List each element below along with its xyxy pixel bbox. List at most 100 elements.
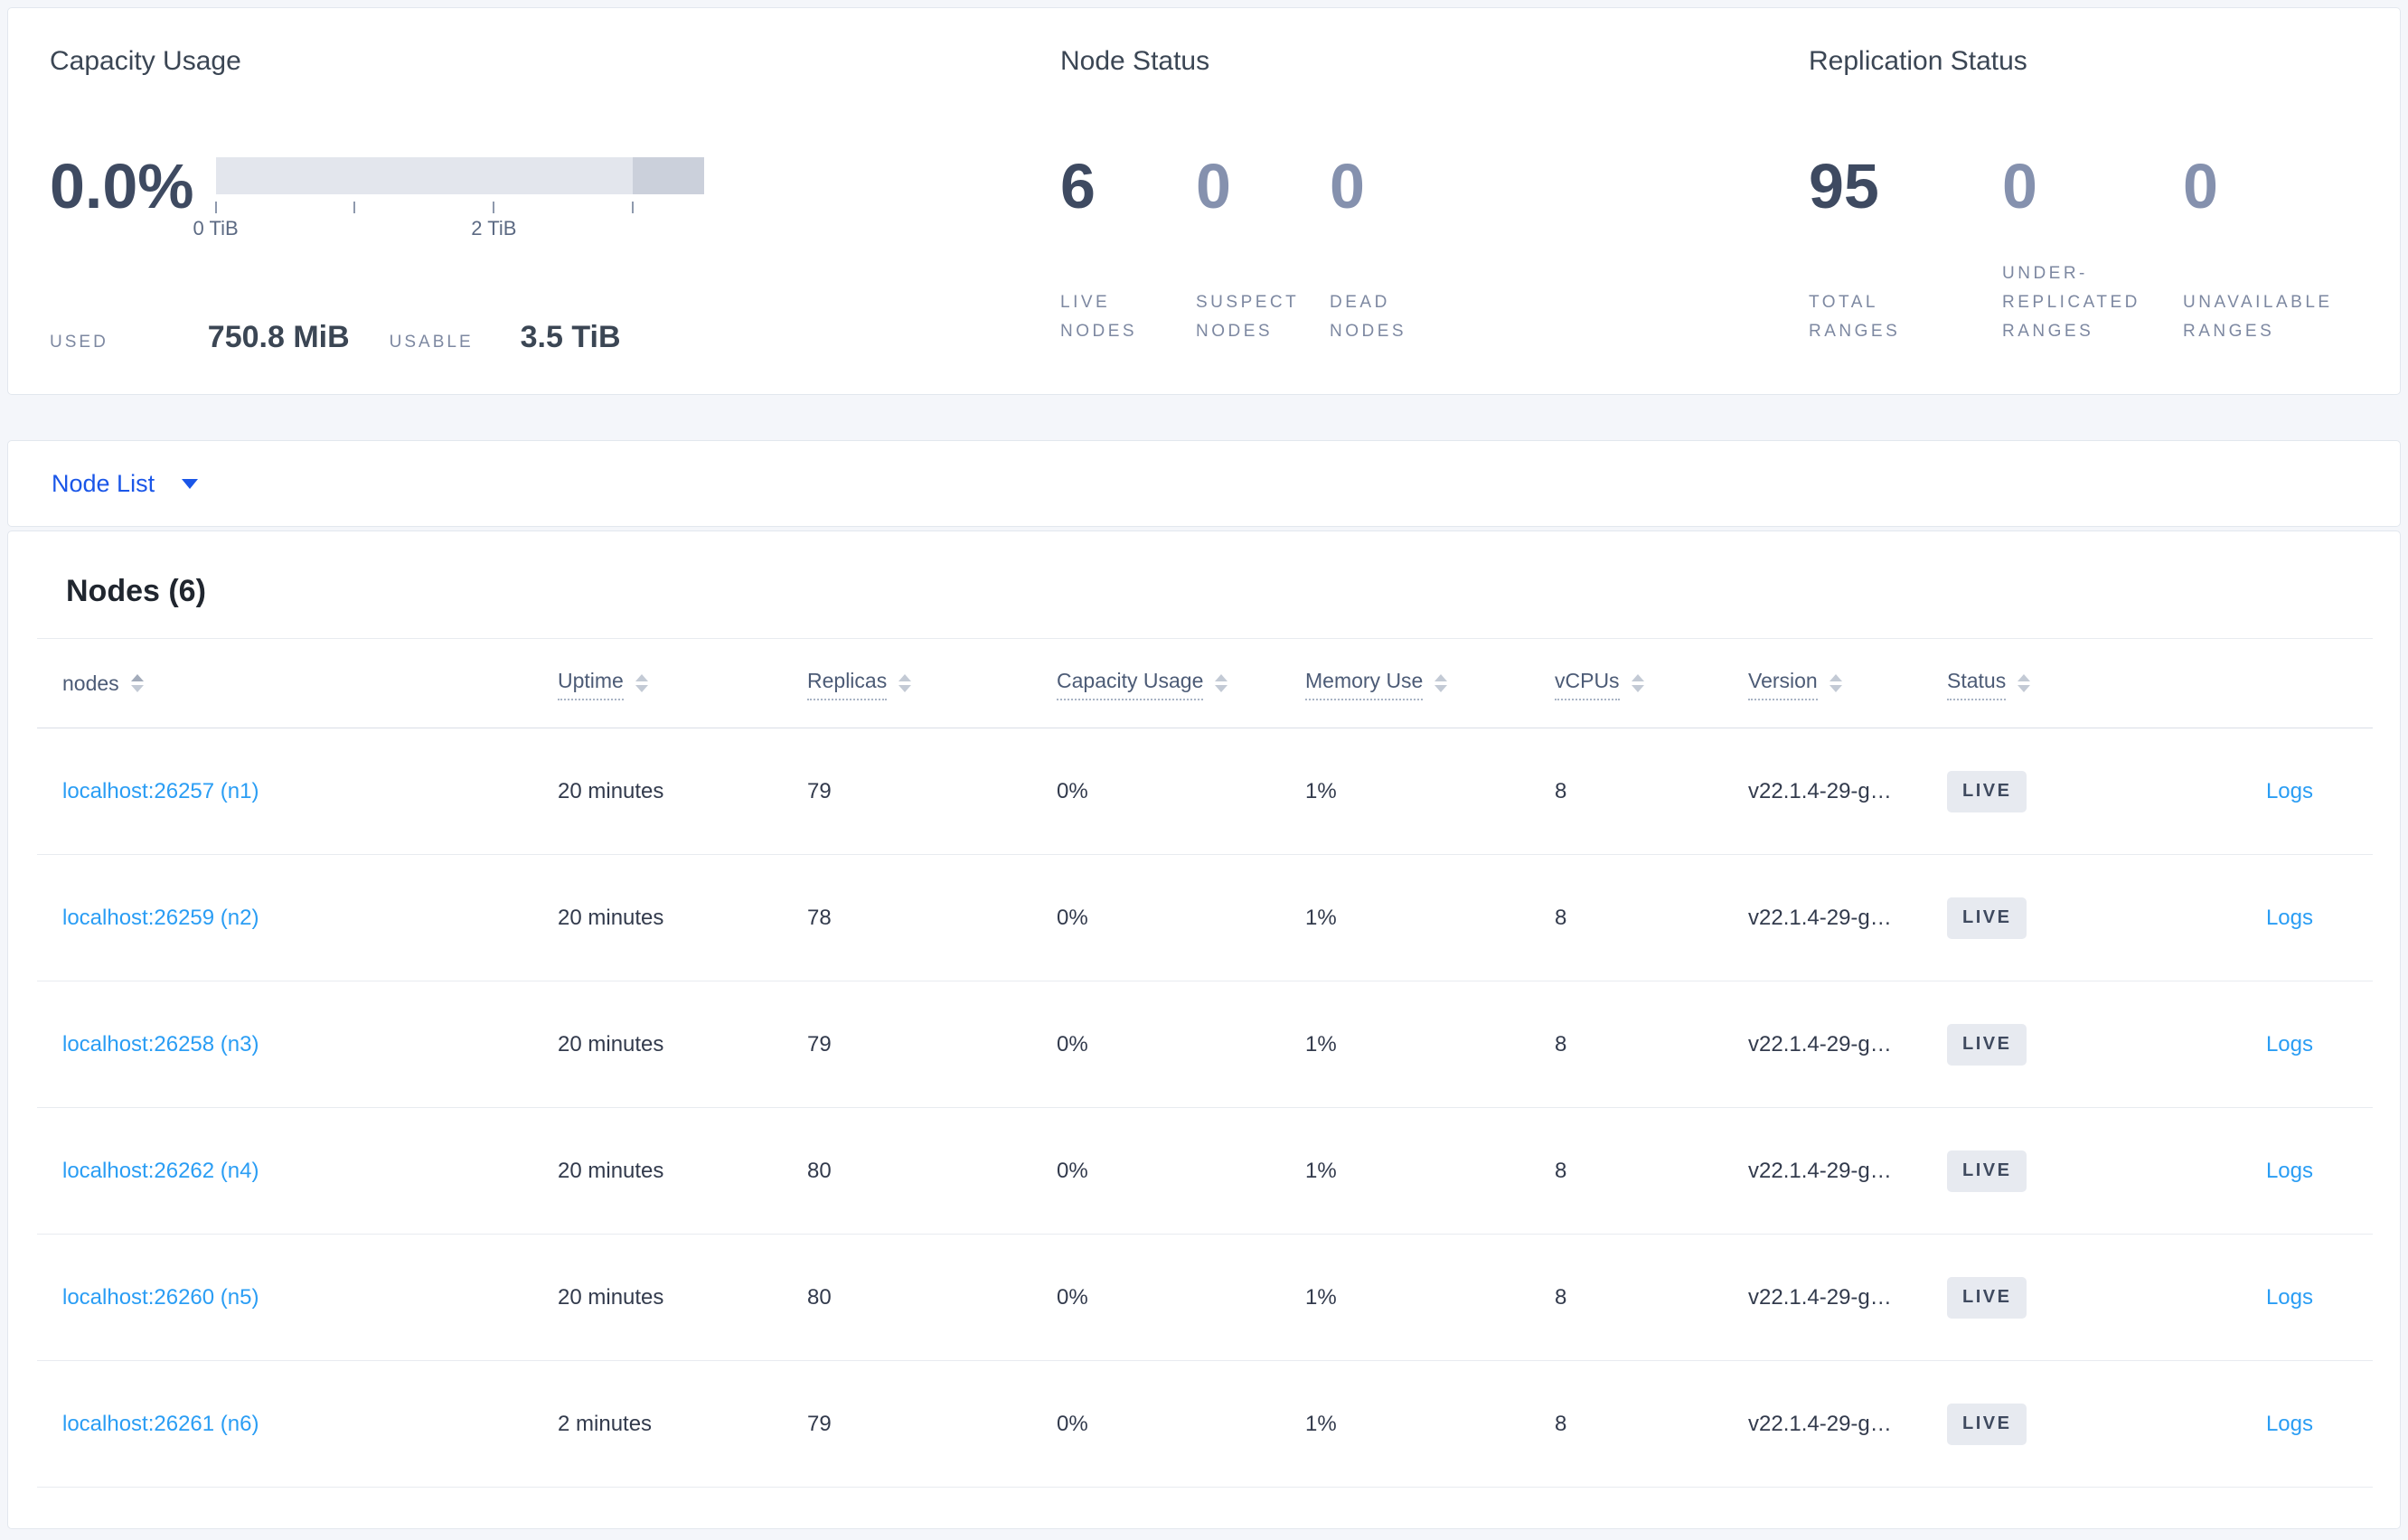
node-link[interactable]: localhost:26260 (n5) — [62, 1285, 259, 1310]
replication-stat-label: TOTAL RANGES — [1809, 293, 1901, 341]
column-header-status[interactable]: Status — [1947, 667, 2159, 700]
node-status-section: Node Status 600 LIVE NODES SUSPECT NODES D… — [1060, 8, 1809, 394]
logs-cell: Logs — [2159, 906, 2373, 931]
sort-icon — [2018, 674, 2031, 692]
logs-link[interactable]: Logs — [2266, 906, 2313, 930]
memory-use-cell: 1% — [1305, 1411, 1337, 1436]
replicas-cell: 80 — [807, 1158, 832, 1183]
sort-asc-icon — [2018, 674, 2031, 681]
logs-cell: Logs — [2159, 1159, 2373, 1184]
version-cell: v22.1.4-29-g… — [1748, 1284, 1892, 1310]
replicas-cell: 79 — [807, 1031, 832, 1056]
column-header-vcpus[interactable]: vCPUs — [1555, 667, 1748, 700]
node-link[interactable]: localhost:26258 (n3) — [62, 1032, 259, 1056]
version-cell: v22.1.4-29-g… — [1748, 1411, 1892, 1436]
sort-icon — [898, 674, 912, 692]
replication-stat-value: 0 — [2183, 151, 2218, 221]
column-header-memory[interactable]: Memory Use — [1305, 667, 1555, 700]
version-cell: v22.1.4-29-g… — [1748, 905, 1892, 930]
logs-cell: Logs — [2159, 1285, 2373, 1310]
vcpus-cell: 8 — [1555, 905, 1567, 930]
usable-value: 3.5 TiB — [520, 320, 621, 354]
nodes-table: nodes Uptime Replicas Capacity Usage Memory … — [37, 638, 2373, 1488]
memory-use-cell: 1% — [1305, 1031, 1337, 1056]
status-cell: LIVE — [1947, 1403, 2159, 1445]
sort-icon — [1434, 674, 1448, 692]
sort-desc-icon — [635, 685, 648, 692]
node-stat-value: 0 — [1330, 151, 1365, 221]
node-link[interactable]: localhost:26261 (n6) — [62, 1412, 259, 1436]
table-row: localhost:26260 (n5) 20 minutes 80 0% 1% 8 v22… — [37, 1235, 2373, 1361]
sort-desc-icon — [1434, 685, 1448, 692]
replicas-cell: 79 — [807, 1411, 832, 1436]
sort-icon — [1631, 674, 1644, 692]
status-badge: LIVE — [1947, 1150, 2027, 1192]
sort-desc-icon — [1829, 685, 1842, 692]
replication-status-labels: TOTAL RANGES UNDER-REPLICATED RANGES UNAVA… — [1809, 259, 2400, 346]
column-header-replicas[interactable]: Replicas — [807, 667, 1057, 700]
logs-link[interactable]: Logs — [2266, 1159, 2313, 1183]
replicas-cell: 78 — [807, 905, 832, 930]
replication-stat-label: UNAVAILABLE RANGES — [2183, 293, 2333, 341]
used-label: USED — [50, 333, 108, 352]
status-cell: LIVE — [1947, 770, 2159, 812]
capacity-usage-cell: 0% — [1057, 1031, 1088, 1056]
status-badge: LIVE — [1947, 897, 2027, 939]
capacity-usage-chart: 0.0% 0 TiB 2 TiB — [50, 155, 1060, 244]
column-header-label: Status — [1947, 667, 2007, 700]
table-row: localhost:26259 (n2) 20 minutes 78 0% 1% 8 v22… — [37, 855, 2373, 981]
memory-use-cell: 1% — [1305, 1158, 1337, 1183]
capacity-usage-cell: 0% — [1057, 1158, 1088, 1183]
logs-cell: Logs — [2159, 1412, 2373, 1437]
sort-icon — [1215, 674, 1228, 692]
node-link[interactable]: localhost:26257 (n1) — [62, 779, 259, 803]
uptime-cell: 20 minutes — [558, 1284, 664, 1310]
sort-asc-icon — [1631, 674, 1644, 681]
logs-link[interactable]: Logs — [2266, 779, 2313, 803]
node-list-dropdown[interactable]: Node List — [52, 470, 199, 498]
node-link[interactable]: localhost:26262 (n4) — [62, 1159, 259, 1183]
memory-use-cell: 1% — [1305, 905, 1337, 930]
axis-tick — [214, 202, 217, 213]
sort-desc-icon — [898, 685, 912, 692]
sort-icon — [130, 674, 144, 692]
nodes-heading: Nodes (6) — [66, 574, 206, 608]
table-header-row: nodes Uptime Replicas Capacity Usage Memory … — [37, 638, 2373, 728]
usable-label: USABLE — [389, 333, 474, 352]
status-badge: LIVE — [1947, 1023, 2027, 1066]
sort-desc-icon — [1631, 685, 1644, 692]
capacity-usage-summary: USED 750.8 MiB USABLE 3.5 TiB — [50, 320, 1060, 355]
node-cell: localhost:26258 (n3) — [37, 1032, 558, 1057]
sort-icon — [635, 674, 648, 692]
axis-tick — [353, 202, 356, 213]
replication-stat-label: UNDER-REPLICATED RANGES — [2002, 264, 2140, 341]
column-header-node[interactable]: nodes — [37, 670, 558, 697]
sort-icon — [1829, 674, 1842, 692]
node-stat-value: 6 — [1060, 151, 1096, 221]
version-cell: v22.1.4-29-g… — [1748, 778, 1892, 803]
column-header-capacity[interactable]: Capacity Usage — [1057, 667, 1305, 700]
replication-status-title: Replication Status — [1809, 46, 2027, 76]
node-status-labels: LIVE NODES SUSPECT NODES DEAD NODES — [1060, 259, 1809, 346]
logs-link[interactable]: Logs — [2266, 1412, 2313, 1436]
node-cell: localhost:26261 (n6) — [37, 1412, 558, 1437]
node-cell: localhost:26260 (n5) — [37, 1285, 558, 1310]
replicas-cell: 80 — [807, 1284, 832, 1310]
status-cell: LIVE — [1947, 1276, 2159, 1319]
table-row: localhost:26262 (n4) 20 minutes 80 0% 1% 8 v22… — [37, 1108, 2373, 1235]
uptime-cell: 20 minutes — [558, 1031, 664, 1056]
node-cell: localhost:26259 (n2) — [37, 906, 558, 931]
logs-link[interactable]: Logs — [2266, 1285, 2313, 1310]
version-cell: v22.1.4-29-g… — [1748, 1031, 1892, 1056]
uptime-cell: 2 minutes — [558, 1411, 653, 1436]
node-list-bar: Node List — [7, 440, 2401, 527]
uptime-cell: 20 minutes — [558, 778, 664, 803]
node-link[interactable]: localhost:26259 (n2) — [62, 906, 259, 930]
status-badge: LIVE — [1947, 1403, 2027, 1445]
logs-link[interactable]: Logs — [2266, 1032, 2313, 1056]
column-header-version[interactable]: Version — [1748, 667, 1947, 700]
column-header-uptime[interactable]: Uptime — [558, 667, 807, 700]
table-row: localhost:26261 (n6) 2 minutes 79 0% 1% 8 v22.… — [37, 1361, 2373, 1488]
column-header-label: Uptime — [558, 667, 624, 700]
memory-use-cell: 1% — [1305, 778, 1337, 803]
